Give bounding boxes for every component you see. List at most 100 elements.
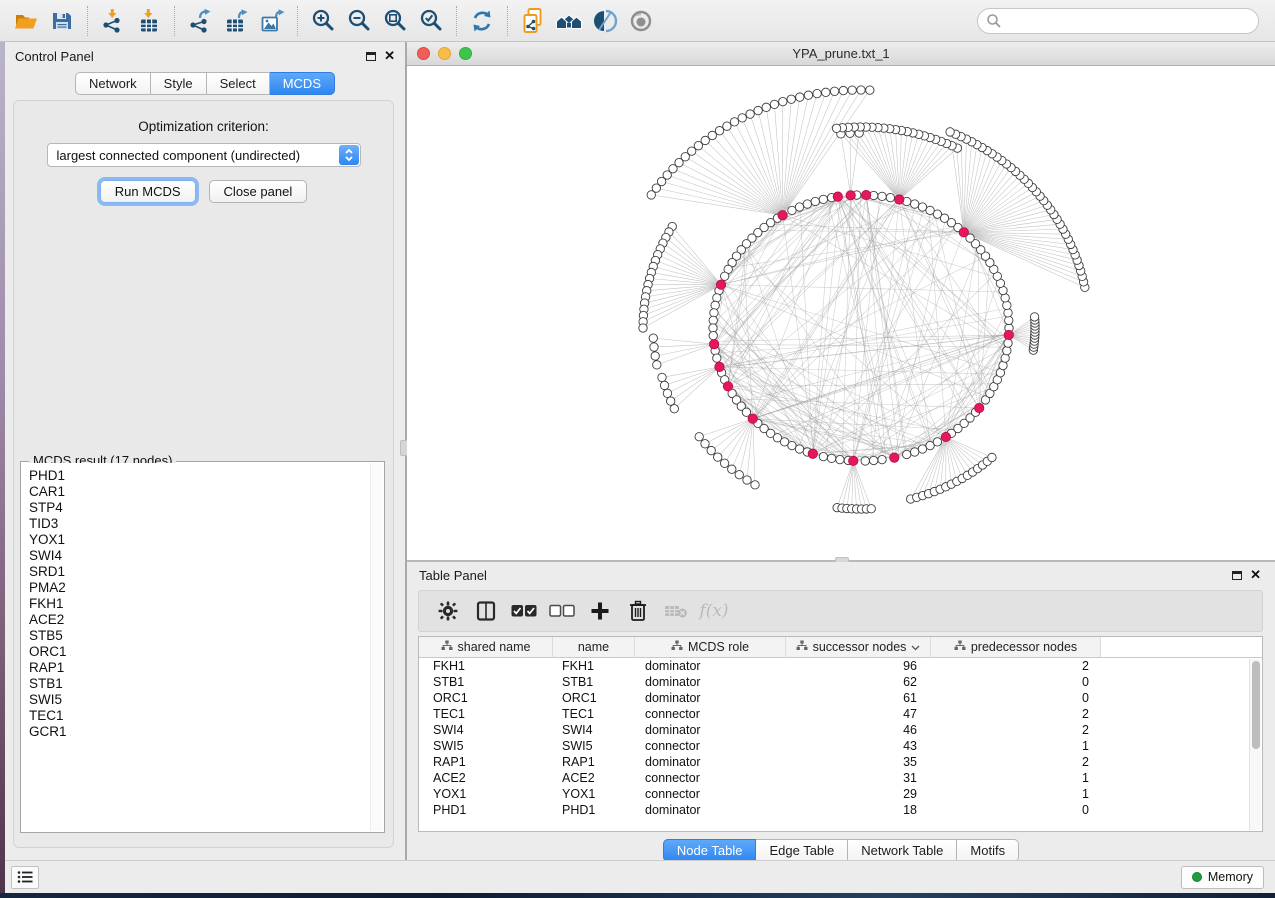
- cell[interactable]: PHD1: [553, 802, 635, 818]
- node-table[interactable]: shared namenameMCDS rolesuccessor nodesp…: [418, 636, 1263, 832]
- cell[interactable]: SWI5: [419, 738, 553, 754]
- cell[interactable]: 1: [931, 786, 1101, 802]
- table-scrollbar[interactable]: [1249, 659, 1261, 830]
- table-row[interactable]: PHD1PHD1dominator180: [419, 802, 1262, 818]
- cell[interactable]: 2: [931, 658, 1101, 674]
- delete-column-icon[interactable]: [619, 594, 657, 628]
- import-table-icon[interactable]: [131, 5, 167, 37]
- cell[interactable]: YOX1: [419, 786, 553, 802]
- search-input[interactable]: [1002, 11, 1258, 31]
- result-node[interactable]: STB5: [29, 628, 383, 644]
- result-node[interactable]: YOX1: [29, 532, 383, 548]
- float-panel-icon[interactable]: [1232, 571, 1242, 580]
- search-field[interactable]: [977, 8, 1259, 34]
- tab-network[interactable]: Network: [75, 72, 151, 95]
- result-node[interactable]: STB1: [29, 676, 383, 692]
- table-row[interactable]: RAP1RAP1dominator352: [419, 754, 1262, 770]
- cell[interactable]: TEC1: [419, 706, 553, 722]
- result-node[interactable]: PMA2: [29, 580, 383, 596]
- cell[interactable]: PHD1: [419, 802, 553, 818]
- cell[interactable]: 18: [786, 802, 931, 818]
- cell[interactable]: 2: [931, 706, 1101, 722]
- window-close-icon[interactable]: [417, 47, 430, 60]
- column-header-predecessor-nodes[interactable]: predecessor nodes: [931, 637, 1101, 658]
- result-node[interactable]: TEC1: [29, 708, 383, 724]
- cell[interactable]: STB1: [419, 674, 553, 690]
- cell[interactable]: 2: [931, 722, 1101, 738]
- result-list-scrollbar[interactable]: [370, 463, 383, 831]
- table-row[interactable]: YOX1YOX1connector291: [419, 786, 1262, 802]
- cell[interactable]: 31: [786, 770, 931, 786]
- cell[interactable]: [1101, 770, 1262, 786]
- run-mcds-button[interactable]: Run MCDS: [100, 180, 196, 203]
- table-row[interactable]: TEC1TEC1connector472: [419, 706, 1262, 722]
- cell[interactable]: connector: [635, 770, 786, 786]
- column-header-successor-nodes[interactable]: successor nodes: [786, 637, 931, 658]
- result-node[interactable]: SRD1: [29, 564, 383, 580]
- result-node[interactable]: TID3: [29, 516, 383, 532]
- eye-icon[interactable]: [623, 5, 659, 37]
- tab-select[interactable]: Select: [207, 72, 270, 95]
- cell[interactable]: STB1: [553, 674, 635, 690]
- cell[interactable]: ACE2: [553, 770, 635, 786]
- cell[interactable]: [1101, 722, 1262, 738]
- cell[interactable]: connector: [635, 706, 786, 722]
- homes-icon[interactable]: [551, 5, 587, 37]
- cell[interactable]: RAP1: [553, 754, 635, 770]
- result-node[interactable]: SWI4: [29, 548, 383, 564]
- result-node[interactable]: GCR1: [29, 724, 383, 740]
- cell[interactable]: FKH1: [419, 658, 553, 674]
- result-node[interactable]: CAR1: [29, 484, 383, 500]
- cell[interactable]: [1101, 738, 1262, 754]
- table-row[interactable]: ORC1ORC1dominator610: [419, 690, 1262, 706]
- refresh-icon[interactable]: [464, 5, 500, 37]
- cell[interactable]: [1101, 674, 1262, 690]
- network-graph[interactable]: [407, 66, 1275, 560]
- window-minimize-icon[interactable]: [438, 47, 451, 60]
- table-row[interactable]: ACE2ACE2connector311: [419, 770, 1262, 786]
- toggle-graphics-details-icon[interactable]: [587, 5, 623, 37]
- cell[interactable]: 1: [931, 770, 1101, 786]
- tab-style[interactable]: Style: [151, 72, 207, 95]
- cell[interactable]: connector: [635, 738, 786, 754]
- cell[interactable]: 0: [931, 690, 1101, 706]
- cell[interactable]: [1101, 690, 1262, 706]
- duplicate-network-icon[interactable]: [515, 5, 551, 37]
- zoom-out-icon[interactable]: [341, 5, 377, 37]
- cell[interactable]: RAP1: [419, 754, 553, 770]
- cell[interactable]: 61: [786, 690, 931, 706]
- cell[interactable]: 1: [931, 738, 1101, 754]
- cell[interactable]: [1101, 754, 1262, 770]
- mcds-result-list[interactable]: PHD1CAR1STP4TID3YOX1SWI4SRD1PMA2FKH1ACE2…: [22, 463, 383, 831]
- column-header-mcds-role[interactable]: MCDS role: [635, 637, 786, 658]
- tab-node-table[interactable]: Node Table: [663, 839, 757, 862]
- cell[interactable]: SWI5: [553, 738, 635, 754]
- cell[interactable]: 47: [786, 706, 931, 722]
- cell[interactable]: 2: [931, 754, 1101, 770]
- optimization-criterion-select[interactable]: largest connected component (undirected): [47, 143, 361, 167]
- close-panel-button[interactable]: Close panel: [209, 180, 308, 203]
- cell[interactable]: [1101, 658, 1262, 674]
- select-all-checks-icon[interactable]: [505, 594, 543, 628]
- cell[interactable]: 35: [786, 754, 931, 770]
- cell[interactable]: 0: [931, 674, 1101, 690]
- cell[interactable]: dominator: [635, 802, 786, 818]
- table-row[interactable]: STB1STB1dominator620: [419, 674, 1262, 690]
- deselect-all-checks-icon[interactable]: [543, 594, 581, 628]
- cell[interactable]: SWI4: [419, 722, 553, 738]
- result-node[interactable]: ACE2: [29, 612, 383, 628]
- cell[interactable]: ORC1: [419, 690, 553, 706]
- cell[interactable]: ORC1: [553, 690, 635, 706]
- close-panel-icon[interactable]: ✕: [384, 51, 395, 61]
- tab-edge-table[interactable]: Edge Table: [756, 839, 848, 862]
- table-row[interactable]: SWI5SWI5connector431: [419, 738, 1262, 754]
- cell[interactable]: 43: [786, 738, 931, 754]
- close-panel-icon[interactable]: ✕: [1250, 570, 1261, 580]
- tab-mcds[interactable]: MCDS: [270, 72, 335, 95]
- result-node[interactable]: PHD1: [29, 468, 383, 484]
- import-network-icon[interactable]: [95, 5, 131, 37]
- cell[interactable]: [1101, 706, 1262, 722]
- cell[interactable]: TEC1: [553, 706, 635, 722]
- export-network-icon[interactable]: [182, 5, 218, 37]
- export-image-icon[interactable]: [254, 5, 290, 37]
